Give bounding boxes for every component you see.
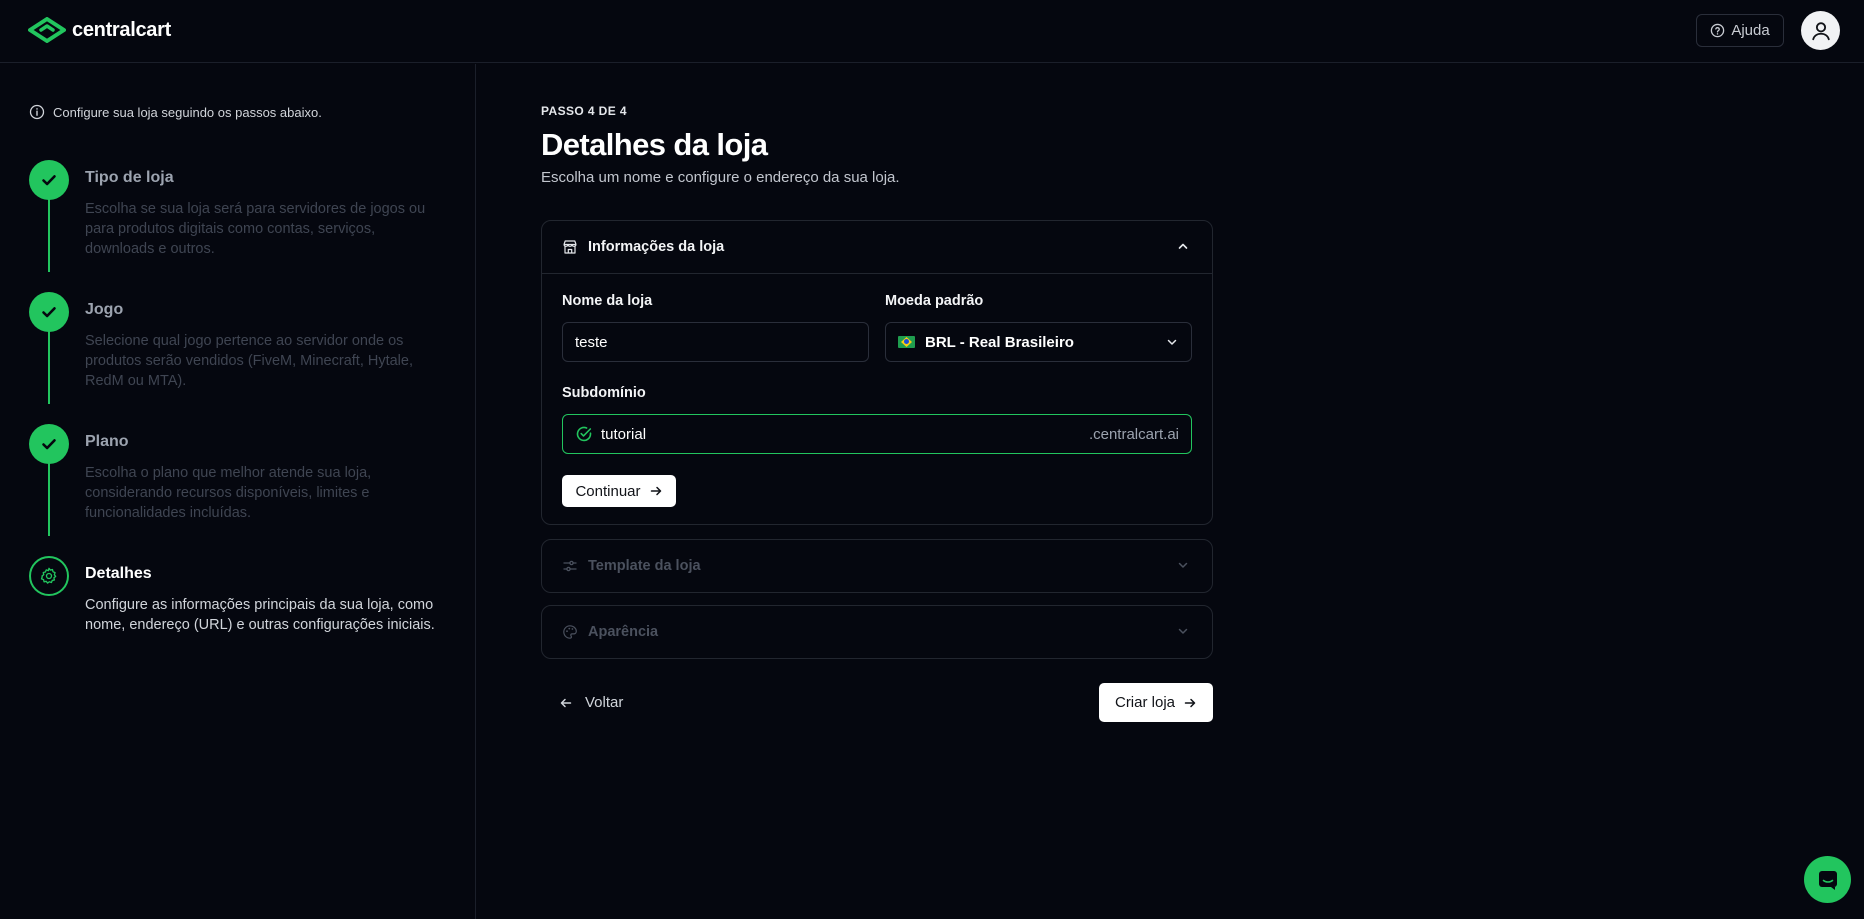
chevron-down-icon: [1178, 628, 1188, 634]
store-icon: [563, 240, 577, 254]
step-2-title[interactable]: Jogo: [85, 301, 123, 319]
subdomain-suffix: .centralcart.ai: [1088, 426, 1179, 443]
continue-label: Continuar: [575, 482, 641, 500]
step-3-title[interactable]: Plano: [85, 433, 129, 451]
user-avatar[interactable]: [1801, 11, 1840, 50]
step-4-active-badge: [29, 556, 69, 596]
appearance-section: Aparência: [541, 605, 1213, 659]
currency-select[interactable]: BRL - Real Brasileiro: [885, 322, 1192, 362]
check-icon: [42, 439, 56, 450]
check-icon: [42, 307, 56, 318]
steps-sidebar: Configure sua loja seguindo os passos ab…: [0, 64, 476, 919]
appearance-title: Aparência: [588, 624, 659, 640]
palette-icon: [563, 625, 577, 639]
chevron-down-icon: [1167, 339, 1177, 345]
centralcart-logo-icon: [28, 17, 66, 43]
step-3-description: Escolha o plano que melhor atende sua lo…: [85, 465, 372, 521]
store-info-header[interactable]: Informações da loja: [542, 221, 1212, 273]
logo[interactable]: centralcart: [28, 17, 171, 43]
chat-icon: [1818, 870, 1837, 890]
chat-support-button[interactable]: [1804, 856, 1851, 903]
template-header[interactable]: Template da loja: [542, 540, 1212, 592]
template-title: Template da loja: [588, 558, 701, 574]
currency-value: BRL - Real Brasileiro: [925, 333, 1074, 351]
step-4-title[interactable]: Detalhes: [85, 565, 152, 583]
sidebar-info-text: Configure sua loja seguindo os passos ab…: [53, 104, 322, 120]
store-info-title: Informações da loja: [588, 239, 725, 255]
create-store-button[interactable]: Criar loja: [1099, 683, 1213, 722]
check-icon: [42, 175, 56, 186]
store-info-section: Informações da loja Nome da loja teste M…: [541, 220, 1213, 525]
template-section: Template da loja: [541, 539, 1213, 593]
help-circle-icon: [1711, 23, 1725, 38]
step-counter: PASSO 4 DE 4: [541, 104, 627, 118]
arrow-right-icon: [650, 486, 661, 496]
arrow-right-icon: [1184, 698, 1196, 707]
gear-icon: [40, 567, 57, 584]
chevron-up-icon: [1178, 243, 1188, 249]
appearance-header[interactable]: Aparência: [542, 606, 1212, 658]
back-label: Voltar: [585, 694, 624, 711]
currency-selected: BRL - Real Brasileiro: [898, 334, 1074, 351]
info-icon: [29, 104, 45, 120]
user-icon: [1811, 21, 1830, 40]
currency-label: Moeda padrão: [885, 293, 984, 309]
step-4-description: Configure as informações principais da s…: [85, 597, 435, 633]
step-1-check-badge: [29, 160, 69, 200]
step-1-description: Escolha se sua loja será para servidores…: [85, 201, 426, 257]
step-2-check-badge: [29, 292, 69, 332]
subdomain-input[interactable]: tutorial .centralcart.ai: [562, 414, 1192, 454]
store-name-value: teste: [575, 333, 608, 351]
help-label: Ajuda: [1731, 22, 1770, 39]
step-1-title[interactable]: Tipo de loja: [85, 169, 174, 187]
continue-button[interactable]: Continuar: [562, 475, 676, 507]
brazil-flag-icon: [898, 336, 915, 348]
step-3-check-badge: [29, 424, 69, 464]
top-bar: centralcart Ajuda: [0, 0, 1864, 63]
page-title: Detalhes da loja: [541, 127, 768, 162]
store-name-label: Nome da loja: [562, 293, 653, 309]
sidebar-info: Configure sua loja seguindo os passos ab…: [29, 104, 322, 120]
back-button[interactable]: Voltar: [559, 694, 623, 711]
arrow-left-icon: [560, 698, 572, 707]
sliders-icon: [563, 560, 577, 572]
create-store-label: Criar loja: [1114, 694, 1175, 711]
logo-text: centralcart: [72, 18, 171, 41]
subdomain-value: tutorial: [601, 425, 647, 443]
check-circle-icon: [576, 426, 592, 442]
chevron-down-icon: [1178, 562, 1188, 568]
store-name-input[interactable]: teste: [562, 322, 869, 362]
step-2-description: Selecione qual jogo pertence ao servidor…: [85, 333, 413, 389]
store-info-body: Nome da loja teste Moeda padrão BRL - Re…: [542, 273, 1212, 524]
page-subtitle: Escolha um nome e configure o endereço d…: [541, 169, 900, 186]
subdomain-label: Subdomínio: [562, 385, 646, 401]
help-button[interactable]: Ajuda: [1696, 14, 1784, 47]
